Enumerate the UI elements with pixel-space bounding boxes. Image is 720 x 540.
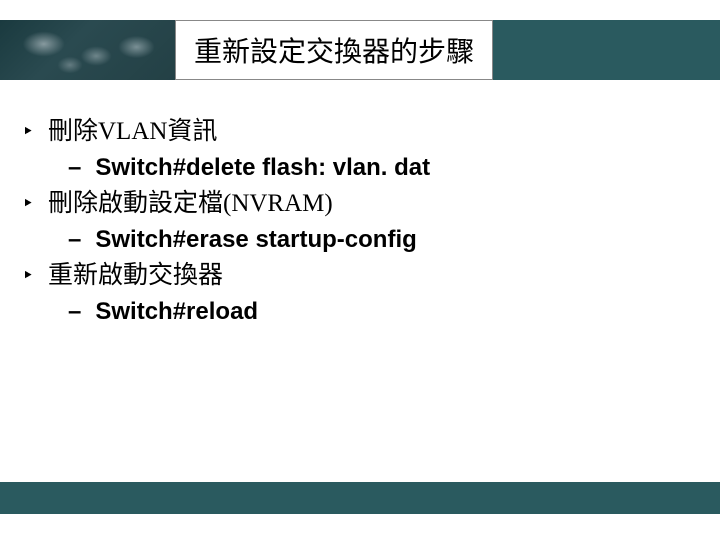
bullet-text: 刪除啟動設定檔(NVRAM) [48, 187, 333, 221]
bullet-item: ‣ 刪除啟動設定檔(NVRAM) [20, 187, 690, 221]
sub-bullet-text: Switch#erase startup-config [95, 223, 416, 257]
sub-bullet-text: Switch#reload [95, 295, 258, 329]
bullet-item: ‣ 重新啟動交換器 [20, 259, 690, 293]
slide-title: 重新設定交換器的步驟 [194, 30, 474, 70]
sub-bullet-marker-icon: – [68, 295, 81, 329]
sub-bullet-marker-icon: – [68, 151, 81, 185]
sub-bullet-item: – Switch#reload [20, 295, 690, 329]
bullet-marker-icon: ‣ [20, 115, 48, 149]
sub-bullet-text: Switch#delete flash: vlan. dat [95, 151, 430, 185]
bullet-text: 重新啟動交換器 [48, 259, 223, 293]
sub-bullet-item: – Switch#delete flash: vlan. dat [20, 151, 690, 185]
slide-content: ‣ 刪除VLAN資訊 – Switch#delete flash: vlan. … [20, 115, 690, 331]
footer-band [0, 482, 720, 514]
bullet-marker-icon: ‣ [20, 187, 48, 221]
bullet-text: 刪除VLAN資訊 [48, 115, 217, 149]
sub-bullet-item: – Switch#erase startup-config [20, 223, 690, 257]
bullet-marker-icon: ‣ [20, 259, 48, 293]
sub-bullet-marker-icon: – [68, 223, 81, 257]
bullet-item: ‣ 刪除VLAN資訊 [20, 115, 690, 149]
header-decorative-image [0, 20, 175, 80]
title-box: 重新設定交換器的步驟 [175, 20, 493, 80]
